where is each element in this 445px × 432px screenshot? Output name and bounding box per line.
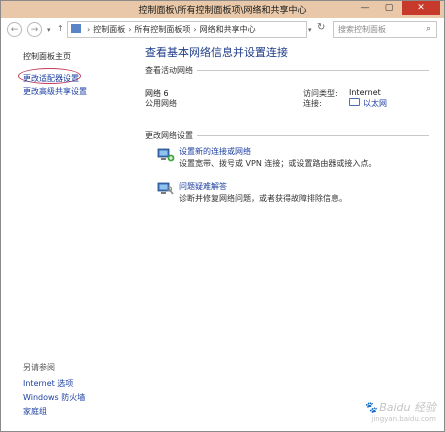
section-divider [197,135,429,136]
window-controls: — ▢ ✕ [354,1,440,17]
address-bar: ← → ▾ ↑ › 控制面板 › 所有控制面板项 › 网络和共享中心 ▾ ↻ 搜索控制面板… [1,18,444,42]
close-button[interactable]: ✕ [402,1,440,15]
back-button[interactable]: ← [7,22,22,37]
baidu-watermark: 🐾 Baidu 经验 jingyan.baidu.com [363,401,437,423]
recent-pages-dropdown[interactable]: ▾ [47,26,51,34]
control-panel-icon [71,24,81,33]
breadcrumb[interactable]: › 控制面板 › 所有控制面板项 › 网络和共享中心 [67,21,307,38]
title-bar: 控制面板\所有控制面板项\网络和共享中心 — ▢ ✕ [1,1,444,18]
windows-firewall-link[interactable]: Windows 防火墙 [23,392,85,403]
chevron-right-icon: › [193,25,197,34]
magnifier-icon[interactable]: ⌕ [426,24,431,34]
breadcrumb-control-panel[interactable]: 控制面板 [93,25,125,34]
change-adapter-settings-link[interactable]: 更改适配器设置 [23,73,79,84]
network-setup-icon [157,148,175,162]
breadcrumb-all-items[interactable]: 所有控制面板项 [134,25,190,34]
troubleshoot-problems-desc: 诊断并修复网络问题，或者获得故障排除信息。 [179,194,347,203]
homegroup-link[interactable]: 家庭组 [23,406,47,417]
troubleshoot-icon [157,182,174,195]
connections-label: 连接: [303,99,322,108]
search-input[interactable]: 搜索控制面板 [333,21,437,38]
forward-button[interactable]: → [27,22,42,37]
page-title: 查看基本网络信息并设置连接 [145,46,288,59]
advanced-sharing-settings-link[interactable]: 更改高级共享设置 [23,86,87,97]
window: 控制面板\所有控制面板项\网络和共享中心 — ▢ ✕ ← → ▾ ↑ › 控制面板… [0,0,445,432]
paw-icon: 🐾 [363,401,378,414]
see-also-heading: 另请参阅 [23,363,55,372]
section-divider [197,70,429,71]
troubleshoot-problems-link[interactable]: 问题疑难解答 [179,181,227,192]
active-networks-heading: 查看活动网络 [145,66,193,75]
ethernet-icon [349,98,360,106]
change-settings-heading: 更改网络设置 [145,131,193,140]
address-dropdown[interactable]: ▾ [308,26,312,34]
control-panel-home-link[interactable]: 控制面板主页 [23,51,71,62]
up-button[interactable]: ↑ [57,24,64,33]
chevron-right-icon: › [87,25,91,34]
network-type-link[interactable]: 公用网络 [145,98,177,109]
access-type-value: Internet [349,88,381,97]
ethernet-label: 以太网 [363,99,387,108]
setup-new-connection-desc: 设置宽带、拨号或 VPN 连接；或设置路由器或接入点。 [179,159,377,168]
left-pane: 控制面板主页 更改适配器设置 更改高级共享设置 另请参阅 Internet 选项… [1,42,131,431]
refresh-icon[interactable]: ↻ [317,22,325,33]
breadcrumb-network-center[interactable]: 网络和共享中心 [200,25,256,34]
minimize-button[interactable]: — [354,1,376,15]
ethernet-connection-link[interactable]: 以太网 [349,98,387,109]
internet-options-link[interactable]: Internet 选项 [23,378,73,389]
chevron-right-icon: › [128,25,132,34]
maximize-button[interactable]: ▢ [378,1,400,15]
main-content: 查看基本网络信息并设置连接 查看活动网络 网络 6 公用网络 访问类型: Int… [131,42,444,431]
setup-new-connection-link[interactable]: 设置新的连接或网络 [179,146,251,157]
